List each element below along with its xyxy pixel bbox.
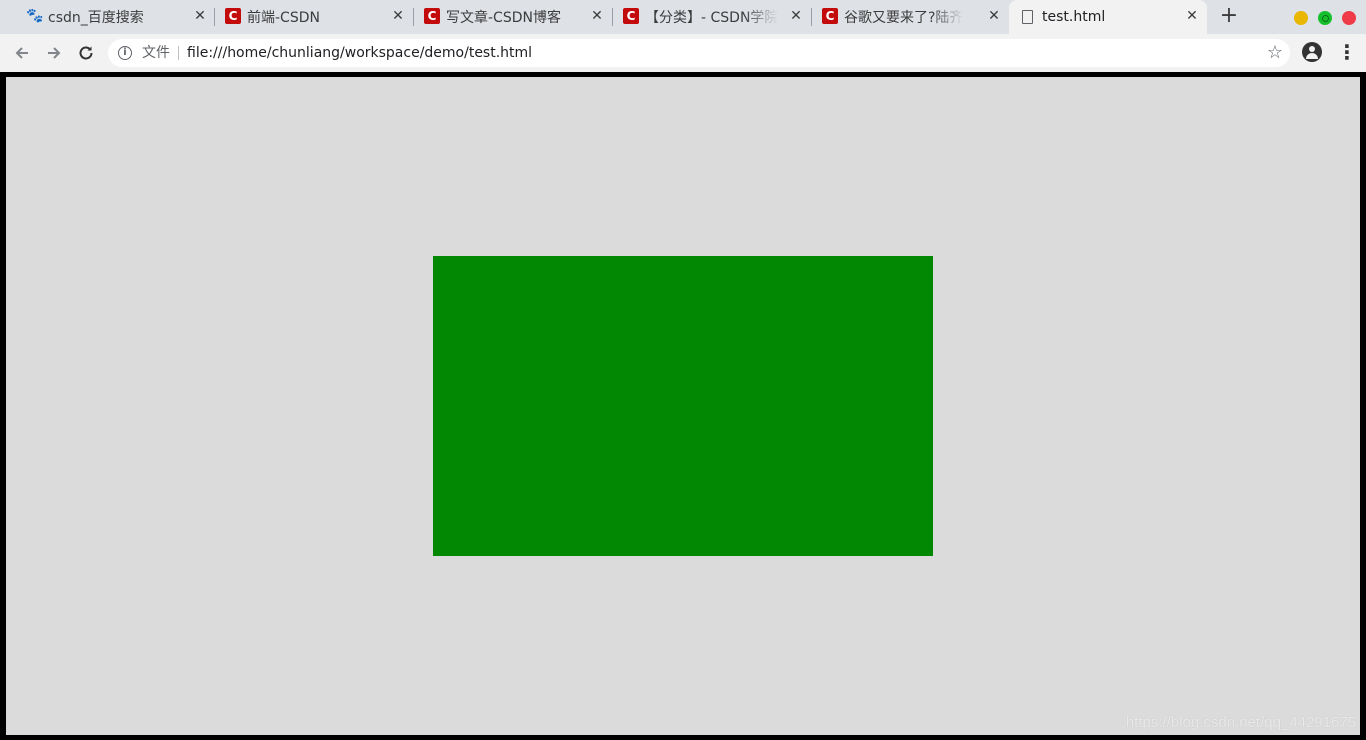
profile-avatar-icon[interactable] (1302, 42, 1322, 62)
divider (178, 46, 179, 60)
forward-button[interactable] (41, 40, 67, 66)
close-icon[interactable]: ✕ (986, 8, 1002, 24)
tab-google-article[interactable]: C 谷歌又要来了?陆齐 ✕ (811, 0, 1009, 34)
csdn-logo-icon: C (623, 8, 639, 24)
tab-csdn-category[interactable]: C 【分类】- CSDN学院 ✕ (612, 0, 811, 34)
browser-window: 🐾 csdn_百度搜索 ✕ C 前端-CSDN ✕ C 写文章-CSDN博客 ✕… (0, 0, 1366, 740)
tab-title: 前端-CSDN (247, 10, 320, 26)
info-icon[interactable]: i (118, 46, 132, 60)
window-maximize-button[interactable] (1318, 11, 1332, 25)
close-icon[interactable]: ✕ (390, 8, 406, 24)
reload-icon (79, 46, 93, 60)
tab-title: 【分类】- CSDN学院 (645, 10, 779, 26)
watermark-text: https://blog.csdn.net/qq_44291675 (1125, 714, 1356, 731)
tab-strip: 🐾 csdn_百度搜索 ✕ C 前端-CSDN ✕ C 写文章-CSDN博客 ✕… (0, 0, 1366, 34)
close-icon[interactable]: ✕ (788, 8, 804, 24)
reload-button[interactable] (73, 40, 99, 66)
close-icon[interactable]: ✕ (192, 8, 208, 24)
close-icon[interactable]: ✕ (1184, 8, 1200, 24)
browser-toolbar: i 文件 file:///home/chunliang/workspace/de… (0, 34, 1366, 72)
tab-test-html[interactable]: test.html ✕ (1009, 0, 1207, 34)
page-viewport: https://blog.csdn.net/qq_44291675 (6, 77, 1360, 735)
arrow-left-icon (15, 47, 28, 59)
tab-csdn-write[interactable]: C 写文章-CSDN博客 ✕ (413, 0, 612, 34)
baidu-paw-icon: 🐾 (26, 8, 44, 24)
window-minimize-button[interactable] (1294, 11, 1308, 25)
tab-title: 谷歌又要来了?陆齐 (844, 10, 964, 26)
csdn-logo-icon: C (225, 8, 241, 24)
csdn-logo-icon: C (822, 8, 838, 24)
tab-title: csdn_百度搜索 (48, 10, 144, 26)
address-bar[interactable]: i 文件 file:///home/chunliang/workspace/de… (108, 39, 1290, 67)
back-button[interactable] (9, 40, 35, 66)
arrow-right-icon (48, 47, 61, 59)
new-tab-button[interactable]: + (1218, 5, 1240, 28)
file-chip: 文件 (142, 45, 170, 61)
tab-title: 写文章-CSDN博客 (446, 10, 561, 26)
tab-title: test.html (1042, 9, 1106, 25)
file-icon (1022, 10, 1033, 24)
menu-dots-icon[interactable]: ⋮ (1337, 40, 1357, 64)
tab-csdn-frontend[interactable]: C 前端-CSDN ✕ (214, 0, 413, 34)
green-box (433, 256, 933, 556)
tab-baidu-search[interactable]: 🐾 csdn_百度搜索 ✕ (15, 0, 215, 34)
csdn-logo-icon: C (424, 8, 440, 24)
url-text[interactable]: file:///home/chunliang/workspace/demo/te… (187, 43, 532, 63)
window-close-button[interactable] (1342, 11, 1356, 25)
close-icon[interactable]: ✕ (589, 8, 605, 24)
bookmark-star-icon[interactable]: ☆ (1267, 43, 1283, 63)
